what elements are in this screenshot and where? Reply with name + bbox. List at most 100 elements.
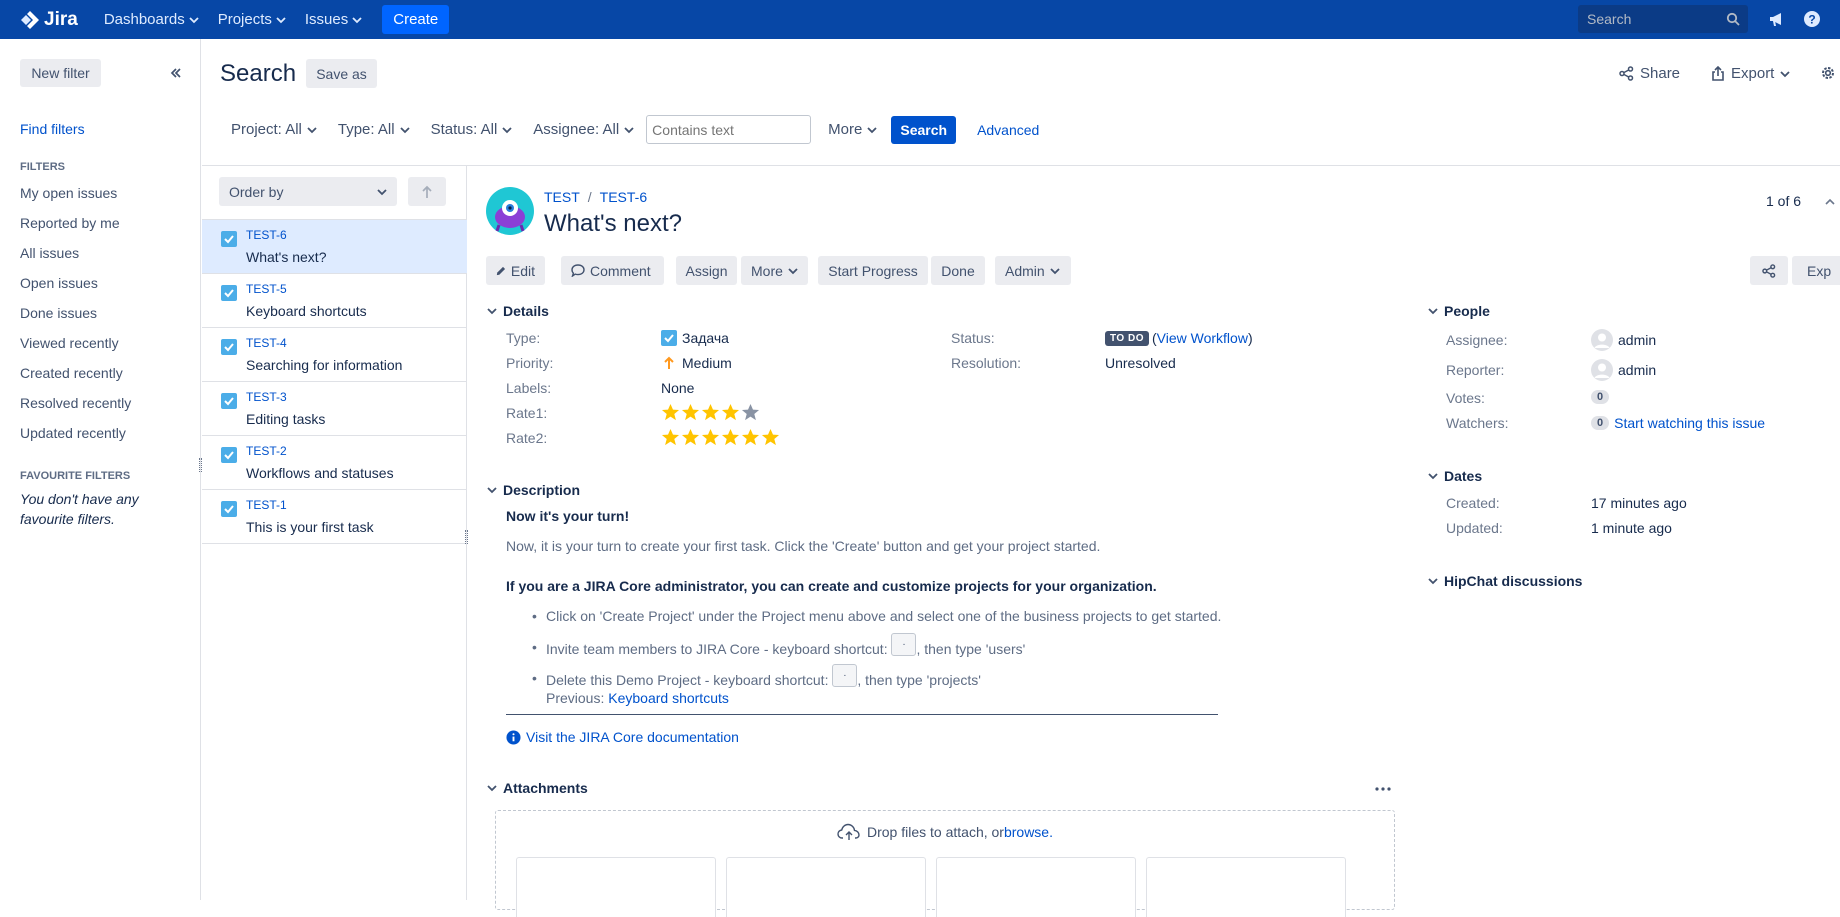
sidebar-item-resolved-recently[interactable]: Resolved recently [20, 395, 131, 411]
browse-link[interactable]: browse. [1004, 824, 1053, 840]
find-filters-link[interactable]: Find filters [20, 121, 85, 137]
star-filled-icon[interactable] [701, 428, 720, 447]
issue-key: TEST-1 [246, 498, 287, 512]
filter-status[interactable]: Status: All [431, 121, 513, 138]
rate1-stars[interactable] [661, 403, 760, 422]
issue-title: What's next? [544, 210, 682, 237]
nav-issues[interactable]: Issues [305, 11, 362, 28]
project-avatar[interactable] [486, 187, 534, 235]
issue-list-item[interactable]: TEST-1 This is your first task [202, 490, 467, 544]
filter-type[interactable]: Type: All [338, 121, 410, 138]
top-search-input[interactable]: Search [1578, 5, 1748, 33]
description-section-toggle[interactable]: Description [487, 482, 580, 498]
collapse-sidebar-icon[interactable] [170, 67, 182, 79]
issue-list-item[interactable]: TEST-3 Editing tasks [202, 382, 467, 436]
star-filled-icon[interactable] [721, 403, 740, 422]
jira-logo[interactable]: Jira [20, 9, 78, 31]
nav-projects[interactable]: Projects [218, 11, 286, 28]
sidebar-item-viewed-recently[interactable]: Viewed recently [20, 335, 119, 351]
done-button[interactable]: Done [931, 256, 985, 285]
dropzone-text: Drop files to attach, or [867, 824, 1004, 840]
bullet-dot: • [532, 670, 537, 686]
help-icon[interactable]: ? [1803, 10, 1821, 28]
avatar [1591, 359, 1613, 381]
start-progress-button[interactable]: Start Progress [818, 256, 928, 285]
search-button[interactable]: Search [891, 115, 957, 144]
edit-label: Edit [510, 262, 535, 279]
sidebar-item-done-issues[interactable]: Done issues [20, 305, 97, 321]
settings-gear-icon[interactable] [1820, 65, 1836, 81]
star-empty-icon[interactable] [741, 403, 760, 422]
sidebar-item-reported-by-me[interactable]: Reported by me [20, 215, 120, 231]
sidebar-item-open-issues[interactable]: Open issues [20, 275, 98, 291]
share-issue-button[interactable] [1750, 256, 1788, 285]
description-bullet: • Invite team members to JIRA Core - keyb… [532, 633, 1025, 662]
previous-link[interactable]: Keyboard shortcuts [608, 690, 729, 706]
save-as-button[interactable]: Save as [306, 59, 377, 88]
admin-button[interactable]: Admin [995, 256, 1071, 285]
pencil-icon [496, 266, 506, 275]
documentation-link[interactable]: Visit the JIRA Core documentation [526, 729, 739, 745]
issue-list-item[interactable]: TEST-2 Workflows and statuses [202, 436, 467, 490]
chevron-down-icon [1780, 70, 1790, 77]
dates-section-toggle[interactable]: Dates [1428, 468, 1482, 484]
comment-label: Comment [590, 262, 651, 279]
details-section-toggle[interactable]: Details [487, 303, 549, 319]
star-filled-icon[interactable] [761, 428, 780, 447]
new-filter-button[interactable]: New filter [20, 59, 101, 87]
issue-list-item[interactable]: TEST-4 Searching for information [202, 328, 467, 382]
share-button[interactable]: Share [1619, 65, 1680, 82]
description-intro: Now it's your turn! [506, 508, 630, 524]
contains-text-input[interactable] [646, 115, 812, 144]
sidebar-item-all-issues[interactable]: All issues [20, 245, 79, 261]
export-button[interactable]: Export [1711, 65, 1790, 82]
rate2-stars[interactable] [661, 428, 780, 447]
assignee-value[interactable]: admin [1591, 329, 1656, 351]
star-filled-icon[interactable] [741, 428, 760, 447]
filter-project[interactable]: Project: All [231, 121, 317, 138]
chevron-up-icon[interactable] [1825, 197, 1835, 207]
nav-dashboards[interactable]: Dashboards [104, 11, 199, 28]
jira-logo-icon [21, 10, 39, 29]
star-filled-icon[interactable] [681, 403, 700, 422]
task-type-icon [221, 501, 237, 517]
sidebar-item-created-recently[interactable]: Created recently [20, 365, 123, 381]
more-options-icon[interactable] [1375, 787, 1391, 791]
star-filled-icon[interactable] [681, 428, 700, 447]
view-workflow-link[interactable]: View Workflow [1157, 330, 1248, 346]
create-button[interactable]: Create [382, 5, 450, 34]
sidebar-item-updated-recently[interactable]: Updated recently [20, 425, 126, 441]
megaphone-icon[interactable] [1768, 10, 1786, 28]
star-filled-icon[interactable] [661, 428, 680, 447]
sidebar-item-my-open-issues[interactable]: My open issues [20, 185, 117, 201]
issue-key: TEST-5 [246, 282, 287, 296]
chevron-down-icon [487, 785, 497, 792]
attachment-dropzone[interactable]: Drop files to attach, or browse. [495, 810, 1395, 917]
export-issue-button[interactable]: Exp [1792, 256, 1840, 285]
comment-button[interactable]: Comment [561, 256, 664, 285]
filter-more[interactable]: More [828, 121, 877, 138]
order-by-dropdown[interactable]: Order by [219, 177, 397, 206]
people-section-toggle[interactable]: People [1428, 303, 1490, 319]
more-actions-button[interactable]: More [741, 256, 808, 285]
issue-list-item[interactable]: TEST-6 What's next? [202, 220, 467, 274]
breadcrumb-project[interactable]: TEST [544, 189, 580, 205]
star-filled-icon[interactable] [721, 428, 740, 447]
attachment-placeholder [936, 857, 1136, 917]
filter-assignee[interactable]: Assignee: All [533, 121, 634, 138]
sort-direction-button[interactable] [408, 177, 446, 206]
advanced-search-link[interactable]: Advanced [977, 122, 1039, 138]
breadcrumb-issue-key[interactable]: TEST-6 [600, 189, 647, 205]
star-filled-icon[interactable] [661, 403, 680, 422]
start-watching-link[interactable]: Start watching this issue [1614, 415, 1765, 431]
issue-list-item[interactable]: TEST-5 Keyboard shortcuts [202, 274, 467, 328]
assign-button[interactable]: Assign [676, 256, 737, 285]
reporter-value[interactable]: admin [1591, 359, 1656, 381]
star-filled-icon[interactable] [701, 403, 720, 422]
edit-button[interactable]: Edit [486, 256, 545, 285]
attachments-section-toggle[interactable]: Attachments [487, 780, 588, 796]
favourite-empty-text: You don't have any favourite filters. [20, 491, 139, 527]
description-admin-note: If you are a JIRA Core administrator, yo… [506, 578, 1157, 594]
filter-assignee-label: Assignee: All [533, 121, 620, 138]
hipchat-section-toggle[interactable]: HipChat discussions [1428, 573, 1582, 589]
